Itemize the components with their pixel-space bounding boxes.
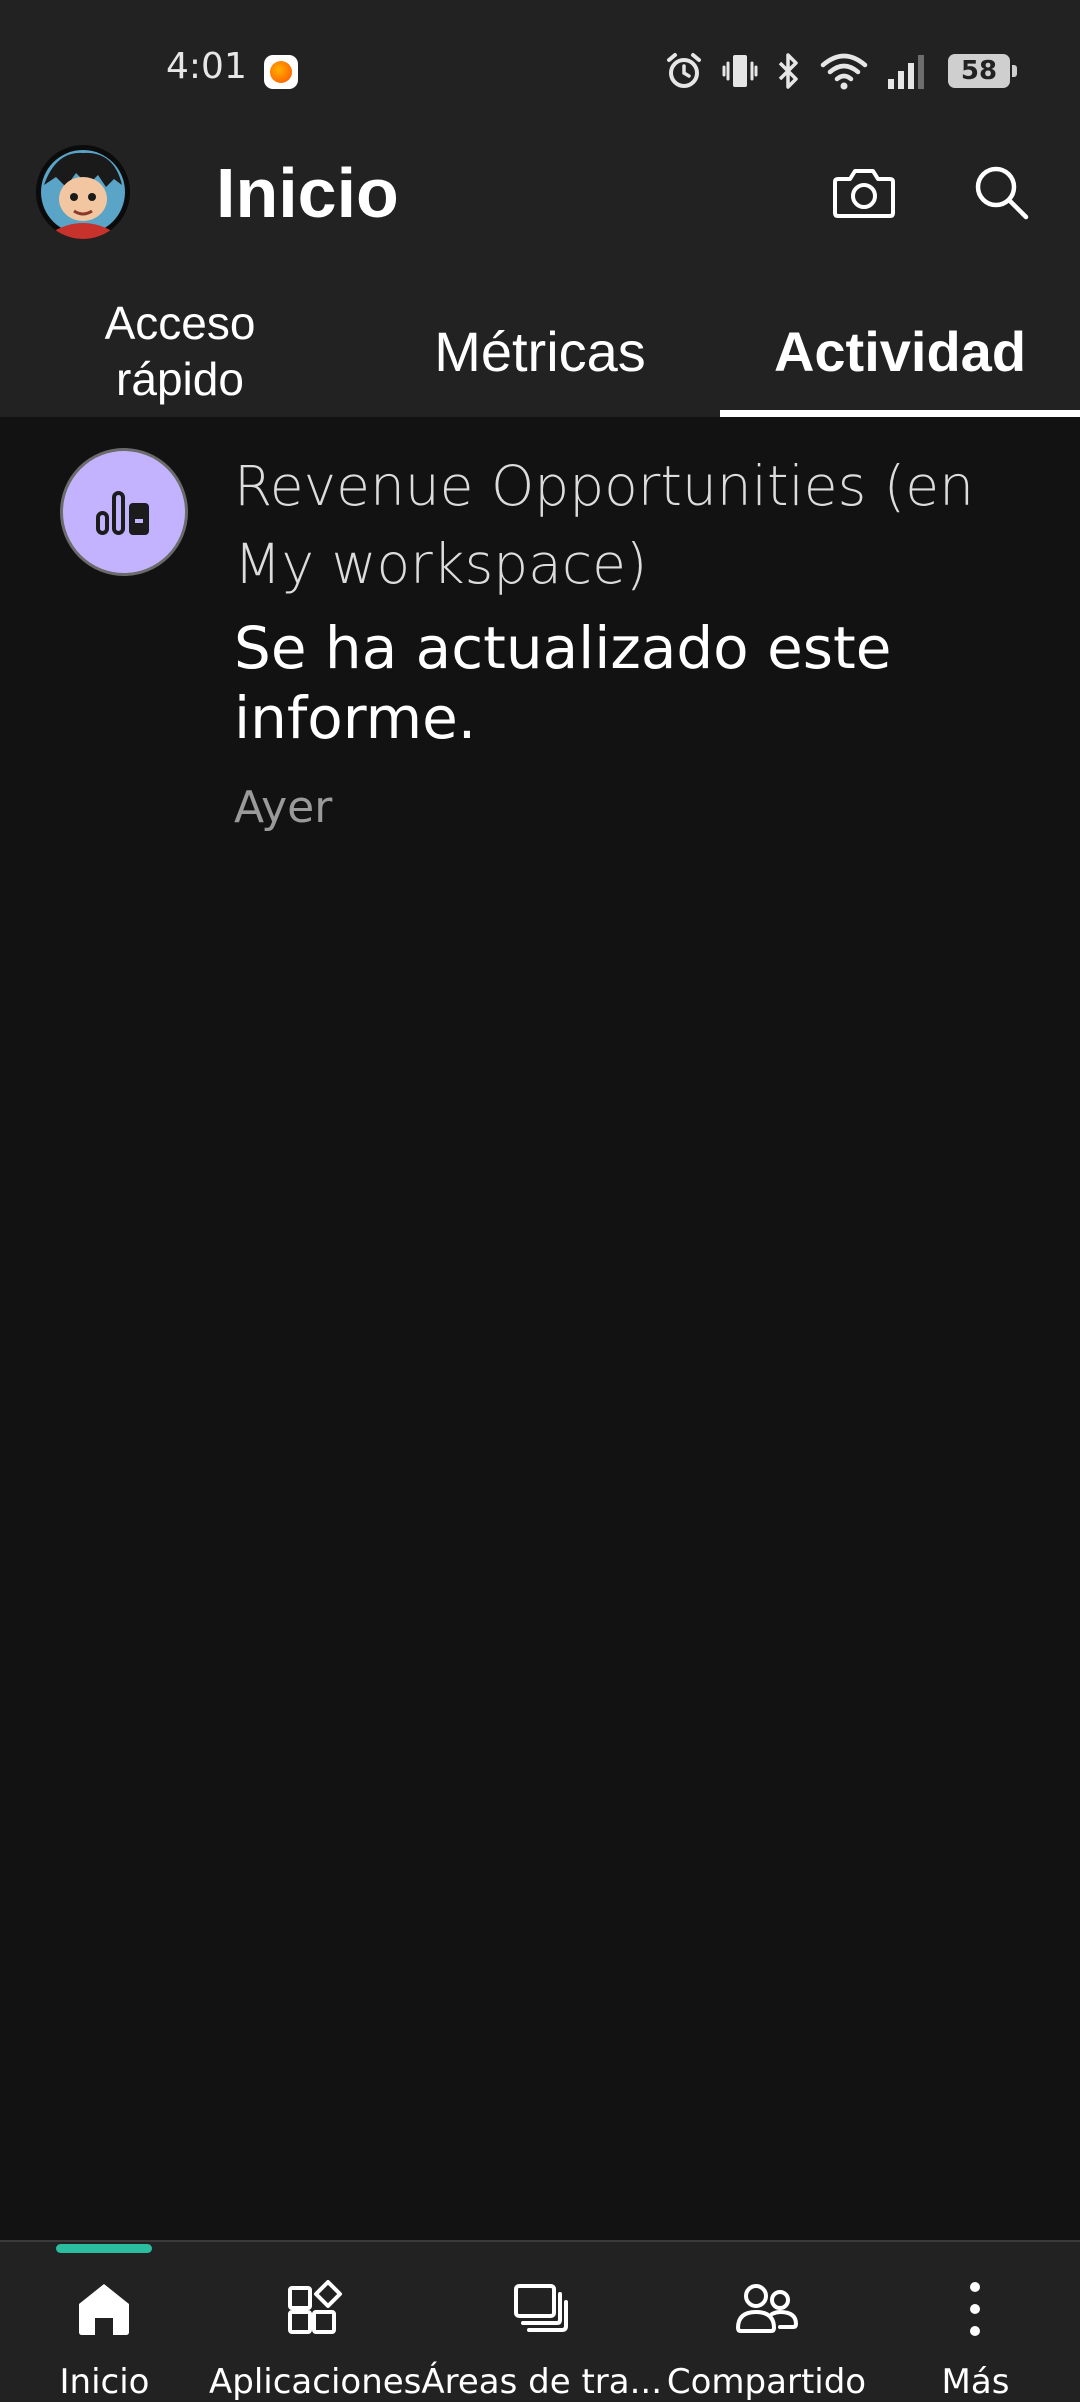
tab-activity[interactable]: Actividad — [720, 285, 1080, 417]
status-bar: 4:01 58 — [0, 0, 1080, 135]
tab-label: Actividad — [773, 319, 1027, 383]
tab-label: Métricas — [434, 319, 646, 383]
nav-label: Compartido — [666, 2362, 867, 2402]
nav-more[interactable]: Más — [871, 2242, 1080, 2402]
more-icon — [942, 2276, 1008, 2342]
search-button[interactable] — [966, 157, 1036, 227]
tab-metrics[interactable]: Métricas — [360, 285, 720, 417]
nav-apps[interactable]: Aplicaciones — [209, 2242, 421, 2402]
tab-bar: Acceso rápido Métricas Actividad — [0, 285, 1080, 417]
workspaces-icon — [509, 2276, 575, 2342]
report-chart-icon — [60, 448, 188, 576]
activity-description: Se ha actualizado este informe. — [234, 614, 892, 752]
list-item[interactable]: Revenue Opportunities (en My workspace) … — [0, 417, 1080, 857]
status-icons: 58 — [664, 48, 1017, 94]
active-nav-indicator — [56, 2244, 153, 2253]
tab-quick-access[interactable]: Acceso rápido — [0, 285, 360, 417]
nav-label: Aplicaciones — [208, 2362, 422, 2402]
nav-workspaces[interactable]: Áreas de tra... — [421, 2242, 662, 2402]
camera-button[interactable] — [826, 157, 902, 227]
search-icon — [975, 166, 1029, 220]
bottom-navigation: Inicio Aplicaciones Áreas de tra... Comp… — [0, 2240, 1080, 2402]
camera-icon — [833, 169, 895, 218]
nav-label: Áreas de tra... — [421, 2362, 663, 2402]
apps-icon — [282, 2276, 348, 2342]
avatar-image-icon — [36, 145, 130, 239]
page-title: Inicio — [216, 154, 399, 232]
nav-home[interactable]: Inicio — [0, 2242, 209, 2402]
activity-title: Revenue Opportunities (en My workspace) — [234, 454, 974, 596]
shared-icon — [734, 2276, 800, 2342]
vibrate-icon — [722, 55, 758, 87]
app-bar: Inicio — [0, 135, 1080, 285]
active-tab-indicator — [720, 410, 1080, 417]
activity-list: Revenue Opportunities (en My workspace) … — [0, 417, 1080, 857]
wifi-icon — [820, 53, 868, 90]
battery-level: 58 — [960, 56, 998, 86]
nav-shared[interactable]: Compartido — [662, 2242, 871, 2402]
nav-label: Más — [941, 2362, 1010, 2402]
tab-label: Acceso rápido — [104, 297, 256, 405]
alarm-icon — [667, 53, 701, 88]
battery-icon: 58 — [948, 54, 1017, 88]
notification-app-icon — [264, 55, 298, 89]
signal-icon — [888, 55, 924, 89]
user-avatar[interactable] — [36, 145, 130, 239]
activity-time: Ayer — [234, 782, 333, 833]
status-time: 4:01 — [166, 46, 247, 87]
bluetooth-icon — [778, 53, 798, 89]
home-icon — [71, 2276, 137, 2342]
nav-label: Inicio — [59, 2362, 150, 2402]
